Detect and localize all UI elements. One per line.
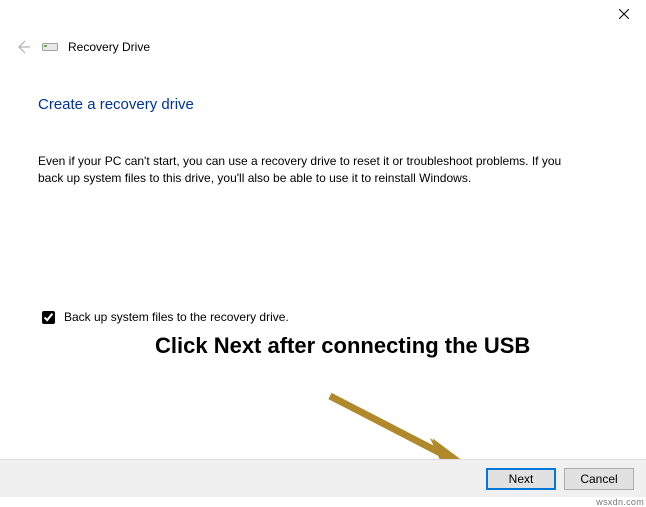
page-heading: Create a recovery drive bbox=[38, 96, 608, 113]
next-button[interactable]: Next bbox=[486, 468, 556, 490]
backup-checkbox[interactable] bbox=[42, 311, 55, 324]
drive-icon bbox=[42, 41, 58, 53]
page-description: Even if your PC can't start, you can use… bbox=[38, 153, 578, 188]
watermark: wsxdn.com bbox=[596, 497, 644, 507]
back-arrow-icon[interactable] bbox=[14, 38, 32, 56]
backup-checkbox-row[interactable]: Back up system files to the recovery dri… bbox=[38, 308, 608, 327]
close-button[interactable] bbox=[601, 0, 646, 28]
backup-checkbox-label: Back up system files to the recovery dri… bbox=[64, 310, 289, 324]
window-title: Recovery Drive bbox=[68, 40, 150, 54]
button-bar: Next Cancel bbox=[0, 459, 646, 497]
annotation-text: Click Next after connecting the USB bbox=[155, 332, 530, 361]
cancel-button[interactable]: Cancel bbox=[564, 468, 634, 490]
